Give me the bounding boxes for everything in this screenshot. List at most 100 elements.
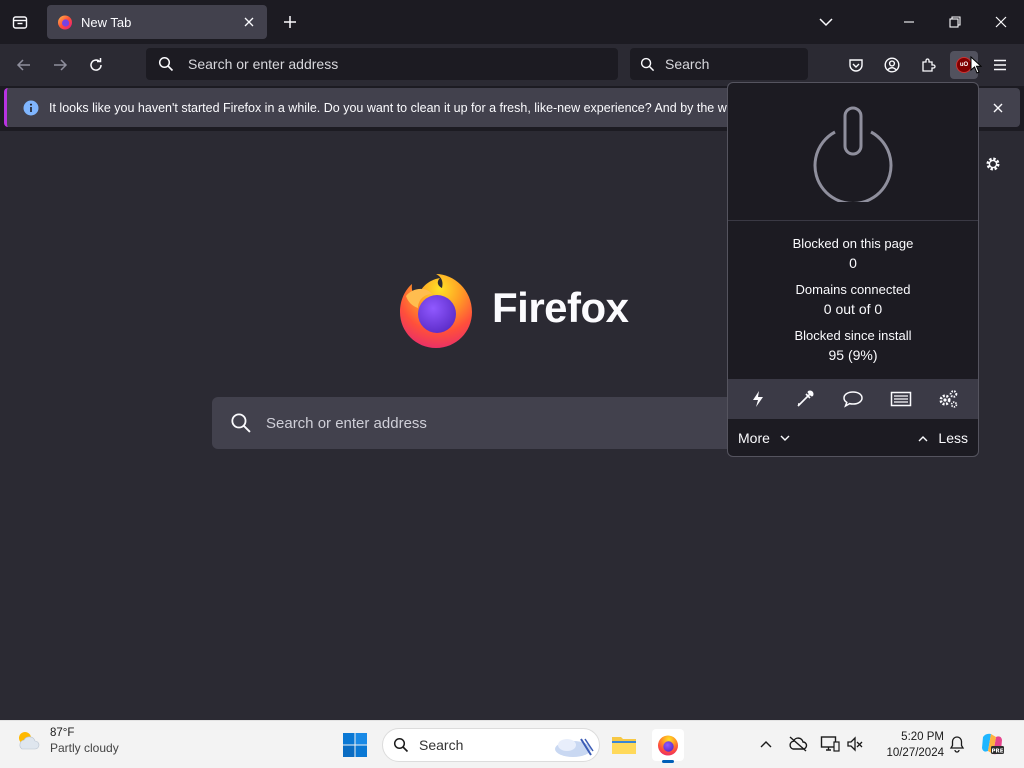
search-bar[interactable] xyxy=(630,48,808,80)
minimize-icon xyxy=(904,21,914,23)
account-icon xyxy=(884,57,900,73)
back-button[interactable] xyxy=(10,51,38,79)
firefox-wordmark: Firefox xyxy=(492,284,629,331)
account-button[interactable] xyxy=(878,51,906,79)
stat-blocked-page-label: Blocked on this page xyxy=(792,236,914,251)
list-all-tabs-button[interactable] xyxy=(811,8,841,36)
lightning-icon xyxy=(752,391,763,407)
url-bar[interactable] xyxy=(146,48,618,80)
show-hidden-icons-button[interactable] xyxy=(755,733,777,755)
firefox-favicon-icon xyxy=(58,15,72,30)
speech-bubble-icon xyxy=(843,391,863,408)
stat-domains-label: Domains connected xyxy=(795,282,911,297)
restore-button[interactable] xyxy=(940,8,970,36)
pocket-button[interactable] xyxy=(842,51,870,79)
copilot-icon: PRE xyxy=(982,733,1004,755)
logger-button[interactable] xyxy=(886,384,916,414)
bell-icon xyxy=(949,736,965,753)
monitor-icon xyxy=(820,736,840,752)
no-large-media-button[interactable] xyxy=(743,384,773,414)
arrow-left-icon xyxy=(16,59,30,71)
firefox-icon xyxy=(658,735,678,756)
tab-title: New Tab xyxy=(81,14,132,30)
new-tab-search-input[interactable] xyxy=(266,414,706,432)
dashboard-button[interactable] xyxy=(933,384,963,414)
copilot-button[interactable]: PRE xyxy=(978,730,1006,758)
display-button[interactable] xyxy=(819,733,841,755)
firefox-taskbar-button[interactable] xyxy=(652,729,684,763)
new-tab-search-box[interactable] xyxy=(212,397,812,449)
weather-temperature: 87°F xyxy=(50,727,75,739)
report-issue-button[interactable] xyxy=(838,384,868,414)
partly-cloudy-icon xyxy=(19,732,40,750)
close-window-button[interactable] xyxy=(986,8,1016,36)
folder-icon xyxy=(612,737,636,754)
firefox-view-icon xyxy=(12,16,28,29)
ublock-origin-popup: Blocked on this page 0 Domains connected… xyxy=(727,82,979,457)
firefox-brand: Firefox xyxy=(396,266,629,350)
clock-time: 5:20 PM xyxy=(901,731,944,743)
new-tab-button[interactable] xyxy=(278,8,302,36)
power-button-icon[interactable] xyxy=(807,102,899,202)
svg-text:PRE: PRE xyxy=(991,749,1003,755)
stat-blocked-install-value: 95 (9%) xyxy=(828,347,878,363)
less-button[interactable]: Less xyxy=(918,430,968,446)
arrow-right-icon xyxy=(54,59,68,71)
minimize-button[interactable] xyxy=(894,8,924,36)
weather-text: 87°F Partly cloudy xyxy=(50,727,119,755)
personalize-settings-button[interactable] xyxy=(980,151,1006,177)
close-icon xyxy=(244,17,254,27)
windows-taskbar: 87°F Partly cloudy Search 5:20 PM 10/27/… xyxy=(0,720,1024,768)
navigation-toolbar: uO xyxy=(0,44,1024,86)
power-switch-area xyxy=(728,83,978,221)
taskbar-search-box[interactable]: Search xyxy=(382,728,600,762)
more-label: More xyxy=(738,430,770,446)
tab-new-tab[interactable]: New Tab xyxy=(47,5,267,39)
menu-icon xyxy=(994,59,1006,71)
popup-toolbar xyxy=(728,379,978,419)
file-explorer-button[interactable] xyxy=(608,729,640,761)
firefox-view-button[interactable] xyxy=(6,8,34,36)
search-input[interactable] xyxy=(665,56,785,72)
onedrive-status-button[interactable] xyxy=(787,733,809,755)
weather-widget[interactable]: 87°F Partly cloudy xyxy=(14,727,119,755)
firefox-logo-icon xyxy=(400,274,472,348)
close-icon xyxy=(993,103,1003,113)
less-label: Less xyxy=(938,430,968,446)
cloud-off-icon xyxy=(789,736,808,752)
search-icon xyxy=(231,413,251,433)
reload-icon xyxy=(90,58,102,71)
url-input[interactable] xyxy=(188,56,568,72)
volume-button[interactable] xyxy=(844,733,866,755)
windows-logo-icon xyxy=(343,733,367,757)
more-button[interactable]: More xyxy=(738,430,790,446)
popup-footer: More Less xyxy=(728,419,978,456)
mouse-cursor-icon xyxy=(970,56,982,74)
gear-icon xyxy=(986,157,1000,171)
stat-domains-value: 0 out of 0 xyxy=(823,301,883,317)
eyedropper-icon xyxy=(797,390,814,407)
logger-icon xyxy=(890,391,911,407)
search-highlight-illustration-icon xyxy=(555,738,594,757)
pocket-icon xyxy=(849,59,863,72)
tab-close-button[interactable] xyxy=(241,14,257,30)
tab-strip: New Tab xyxy=(0,0,1024,44)
chevron-down-icon xyxy=(819,18,833,27)
stat-blocked-install-label: Blocked since install xyxy=(794,328,912,343)
weather-condition: Partly cloudy xyxy=(50,741,119,755)
extensions-button[interactable] xyxy=(914,51,942,79)
restore-icon xyxy=(949,16,961,28)
search-icon xyxy=(393,737,409,753)
notification-close-button[interactable] xyxy=(986,96,1010,120)
taskbar-clock[interactable]: 5:20 PM 10/27/2024 xyxy=(872,729,944,761)
notifications-button[interactable] xyxy=(946,733,968,755)
forward-button[interactable] xyxy=(46,51,74,79)
stat-blocked-page-value: 0 xyxy=(849,255,857,271)
clock-date: 10/27/2024 xyxy=(886,747,944,759)
search-icon xyxy=(158,56,174,72)
start-button[interactable] xyxy=(342,732,368,758)
reload-button[interactable] xyxy=(82,51,110,79)
info-icon xyxy=(23,100,39,115)
element-picker-button[interactable] xyxy=(790,384,820,414)
app-menu-button[interactable] xyxy=(986,51,1014,79)
